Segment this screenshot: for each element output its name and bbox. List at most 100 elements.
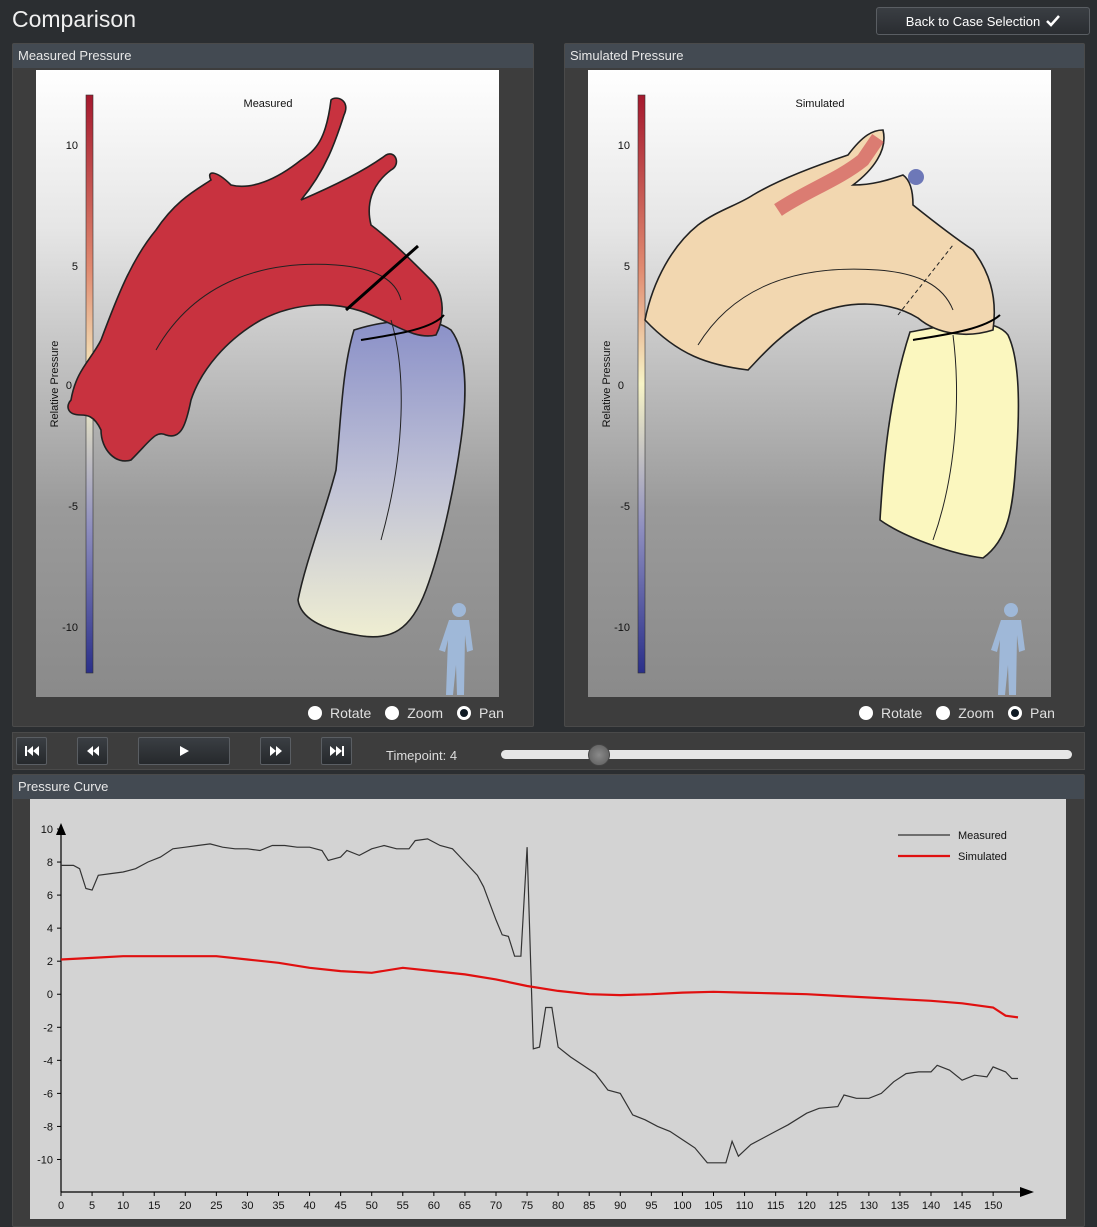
measured-pressure-panel: Measured Pressure 10 5 0 -5 -10 Relative… [12,43,534,727]
playback-controls: Timepoint: 4 [12,732,1085,770]
pan-label: Pan [1030,705,1055,721]
y-tick-label: -4 [43,1055,53,1067]
x-tick-label: 15 [148,1200,160,1212]
x-tick-label: 100 [673,1200,691,1212]
colorbar-tick: 0 [66,380,72,392]
x-tick-label: 25 [210,1200,222,1212]
x-tick-label: 75 [521,1200,533,1212]
pressure-curve-chart: 10 8 6 4 2 0 -2 -4 -6 -8 -10 0 5 10 15 20 25 30 35 40 45 50 55… [30,799,1066,1219]
colorbar-tick: 5 [72,261,78,273]
human-figure-icon [439,603,473,695]
zoom-label: Zoom [958,705,995,721]
colorbar-tick: 10 [66,140,78,152]
x-tick-label: 135 [891,1200,909,1212]
y-tick-label: 8 [47,857,53,869]
y-tick-label: -2 [43,1022,53,1034]
y-tick-label: 0 [47,989,53,1001]
colorbar-tick: 0 [618,380,624,392]
fast-forward-button[interactable] [260,737,291,765]
x-axis-arrow [1020,1187,1034,1197]
fast-forward-icon [269,746,282,756]
y-tick-label: 6 [47,890,53,902]
rewind-button[interactable] [77,737,108,765]
x-tick-label: 35 [272,1200,284,1212]
play-button[interactable] [138,737,230,765]
x-tick-label: 30 [241,1200,253,1212]
back-to-case-selection-button[interactable]: Back to Case Selection [876,7,1090,35]
descending-aorta-shape [297,319,466,638]
series-line-simulated [60,955,1019,1019]
y-tick-label: 10 [41,824,53,836]
measured-3d-viewport[interactable]: 10 5 0 -5 -10 Relative Pressure Measured [36,70,499,697]
x-tick-label: 60 [428,1200,440,1212]
pressure-curve-header: Pressure Curve [13,775,1084,799]
rotate-label: Rotate [330,705,372,721]
rewind-icon [86,746,99,756]
legend-label: Measured [958,830,1007,842]
simulated-3d-viewport[interactable]: 10 5 0 -5 -10 Relative Pressure Simulate… [588,70,1051,697]
human-figure-icon [991,603,1025,695]
skip-to-start-button[interactable] [16,737,47,765]
x-tick-label: 105 [704,1200,722,1212]
legend-label: Simulated [958,851,1007,863]
pan-label: Pan [479,705,504,721]
zoom-label: Zoom [407,705,444,721]
y-tick-label: -10 [37,1154,53,1166]
timepoint-label: Timepoint: 4 [386,748,458,763]
play-icon [180,746,189,756]
colorbar-tick: -10 [62,622,78,634]
x-tick-label: 0 [58,1200,64,1212]
x-tick-label: 115 [767,1200,785,1212]
rotate-radio[interactable] [859,706,873,720]
x-tick-label: 110 [736,1200,754,1212]
simulated-pressure-panel: Simulated Pressure 10 5 0 -5 -10 Relativ… [564,43,1085,727]
colorbar-tick: 5 [624,261,630,273]
skip-to-end-icon [329,746,344,756]
colorbar [637,94,646,674]
y-tick-label: -6 [43,1088,53,1100]
x-tick-label: 90 [614,1200,626,1212]
x-tick-label: 85 [583,1200,595,1212]
x-tick-label: 70 [490,1200,502,1212]
x-tick-label: 145 [953,1200,971,1212]
x-tick-label: 150 [984,1200,1002,1212]
zoom-radio[interactable] [385,706,400,720]
colorbar-label: Relative Pressure [49,341,61,428]
colorbar-tick: -10 [614,622,630,634]
x-tick-label: 20 [179,1200,191,1212]
zoom-radio[interactable] [936,706,951,720]
x-tick-label: 55 [397,1200,409,1212]
x-tick-label: 80 [552,1200,564,1212]
x-tick-label: 120 [798,1200,816,1212]
pan-radio[interactable] [1008,706,1023,720]
plot-title: Measured [244,98,293,110]
plot-title: Simulated [796,98,845,110]
x-tick-label: 45 [335,1200,347,1212]
x-tick-label: 5 [89,1200,95,1212]
measured-panel-header: Measured Pressure [13,44,533,68]
rotate-radio[interactable] [308,706,322,720]
x-tick-label: 40 [303,1200,315,1212]
pan-radio[interactable] [457,706,472,720]
colorbar-label: Relative Pressure [601,341,613,428]
x-tick-label: 125 [829,1200,847,1212]
x-tick-label: 95 [645,1200,657,1212]
skip-to-start-icon [24,746,39,756]
series-line-measured [61,838,1018,1164]
colorbar-tick: -5 [620,501,630,513]
x-tick-label: 50 [366,1200,378,1212]
timepoint-slider-track[interactable] [501,750,1072,759]
descending-aorta-shape [879,322,1020,559]
y-tick-label: 4 [47,923,53,935]
simulated-panel-header: Simulated Pressure [565,44,1084,68]
x-tick-label: 130 [860,1200,878,1212]
colorbar-tick: 10 [618,140,630,152]
rotate-label: Rotate [881,705,923,721]
y-tick-label: -8 [43,1121,53,1133]
skip-to-end-button[interactable] [321,737,352,765]
x-tick-label: 10 [117,1200,129,1212]
x-tick-label: 140 [922,1200,940,1212]
timepoint-slider-handle[interactable] [588,744,611,766]
checkmark-icon [1046,15,1061,27]
y-tick-label: 2 [47,956,53,968]
